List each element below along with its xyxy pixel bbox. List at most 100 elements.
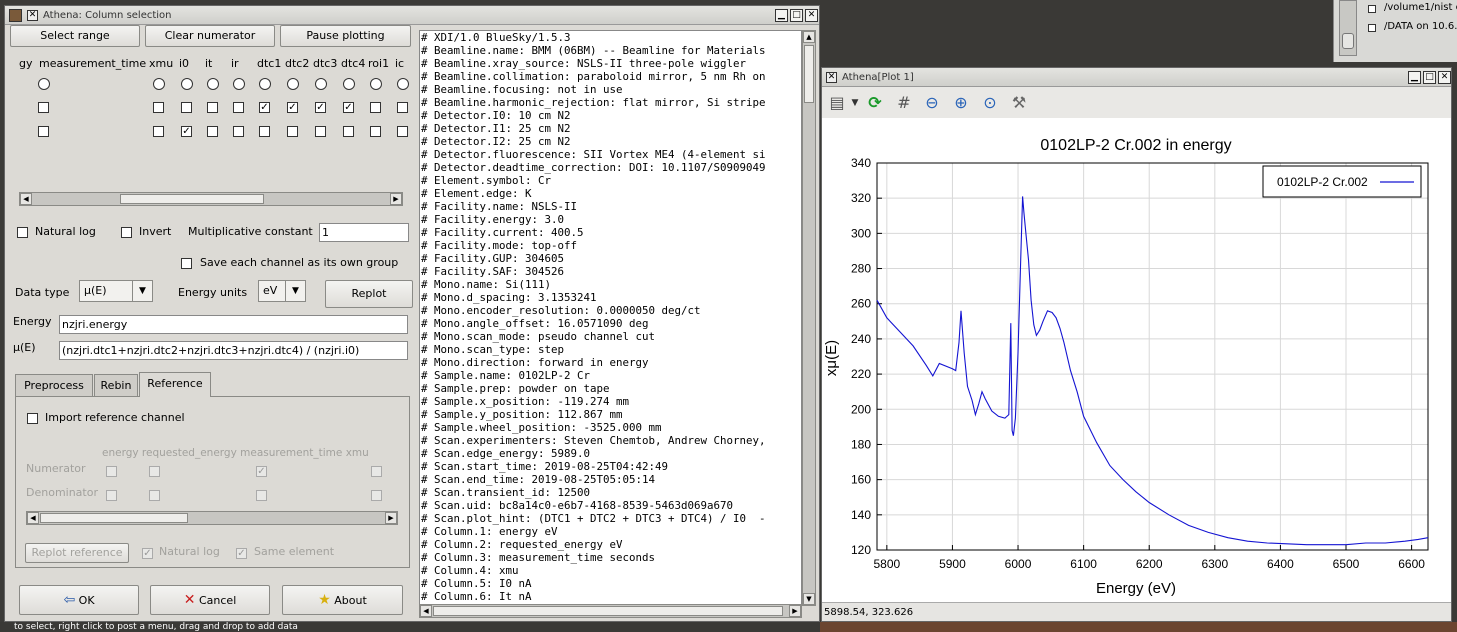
tab-rebin[interactable]: Rebin bbox=[94, 374, 138, 397]
select-range-button[interactable]: Select range bbox=[10, 25, 140, 47]
close-icon[interactable]: ✕ bbox=[1438, 71, 1451, 84]
denominator-checkbox[interactable] bbox=[259, 126, 270, 137]
scroll-right-icon[interactable]: ▶ bbox=[385, 512, 397, 524]
cancel-button[interactable]: ✕ Cancel bbox=[150, 585, 270, 615]
reference-denominator-checkbox[interactable] bbox=[371, 490, 382, 501]
scroll-thumb[interactable] bbox=[40, 513, 188, 523]
plot-area[interactable]: 0102LP-2 Cr.002 in energy Energy (eV) xμ… bbox=[822, 118, 1451, 602]
energy-radio[interactable] bbox=[287, 78, 299, 90]
denominator-checkbox[interactable] bbox=[315, 126, 326, 137]
numerator-checkbox[interactable]: ✓ bbox=[343, 102, 354, 113]
background-scrollbar[interactable] bbox=[1339, 0, 1357, 56]
denominator-checkbox[interactable]: ✓ bbox=[181, 126, 192, 137]
refresh-icon[interactable]: ⟳ bbox=[864, 92, 886, 114]
reference-numerator-checkbox[interactable] bbox=[149, 466, 160, 477]
header-vertical-scrollbar[interactable]: ▲ ▼ bbox=[802, 30, 816, 606]
scroll-right-icon[interactable]: ▶ bbox=[390, 193, 402, 205]
numerator-checkbox[interactable] bbox=[38, 102, 49, 113]
replot-button[interactable]: Replot bbox=[325, 280, 413, 308]
denominator-checkbox[interactable] bbox=[370, 126, 381, 137]
energy-radio[interactable] bbox=[259, 78, 271, 90]
denominator-checkbox[interactable] bbox=[287, 126, 298, 137]
denominator-checkbox[interactable] bbox=[153, 126, 164, 137]
natural-log-checkbox[interactable] bbox=[17, 227, 28, 238]
zoom-in-icon[interactable]: ⊕ bbox=[950, 92, 972, 114]
reference-denominator-checkbox[interactable] bbox=[256, 490, 267, 501]
numerator-checkbox[interactable]: ✓ bbox=[259, 102, 270, 113]
energy-radio[interactable] bbox=[343, 78, 355, 90]
scroll-left-icon[interactable]: ◀ bbox=[420, 605, 432, 617]
scroll-thumb[interactable] bbox=[433, 606, 783, 616]
numerator-checkbox[interactable]: ✓ bbox=[315, 102, 326, 113]
background-file-row[interactable]: /volume1/nist co bbox=[1384, 2, 1457, 13]
xmu-chart[interactable]: 0102LP-2 Cr.002 in energy Energy (eV) xμ… bbox=[822, 118, 1451, 602]
denominator-checkbox[interactable] bbox=[207, 126, 218, 137]
tab-reference[interactable]: Reference bbox=[139, 372, 211, 397]
numerator-checkbox[interactable]: ✓ bbox=[287, 102, 298, 113]
denominator-checkbox[interactable] bbox=[38, 126, 49, 137]
replot-reference-button[interactable]: Replot reference bbox=[25, 543, 129, 563]
scroll-left-icon[interactable]: ◀ bbox=[27, 512, 39, 524]
plot-window-titlebar[interactable]: ✕ Athena[Plot 1] ▁ □ ✕ bbox=[822, 68, 1451, 87]
window-menu-icon[interactable]: ✕ bbox=[826, 72, 837, 83]
columns-horizontal-scrollbar[interactable]: ◀ ▶ bbox=[19, 192, 403, 206]
denominator-checkbox[interactable] bbox=[233, 126, 244, 137]
denominator-checkbox[interactable] bbox=[343, 126, 354, 137]
reference-denominator-checkbox[interactable] bbox=[149, 490, 160, 501]
energy-radio[interactable] bbox=[397, 78, 409, 90]
numerator-checkbox[interactable] bbox=[370, 102, 381, 113]
data-type-select[interactable]: μ(E) ▼ bbox=[79, 280, 153, 302]
import-reference-checkbox[interactable] bbox=[27, 413, 38, 424]
energy-radio[interactable] bbox=[370, 78, 382, 90]
numerator-checkbox[interactable] bbox=[397, 102, 408, 113]
window-menu-icon[interactable]: ✕ bbox=[27, 10, 38, 21]
reference-horizontal-scrollbar[interactable]: ◀ ▶ bbox=[26, 511, 398, 525]
reference-numerator-checkbox[interactable] bbox=[106, 466, 117, 477]
reference-natural-log-checkbox[interactable]: ✓ bbox=[142, 548, 153, 559]
numerator-checkbox[interactable] bbox=[181, 102, 192, 113]
scroll-right-icon[interactable]: ▶ bbox=[789, 605, 801, 617]
reference-denominator-checkbox[interactable] bbox=[106, 490, 117, 501]
tab-preprocess[interactable]: Preprocess bbox=[15, 374, 93, 397]
pause-plotting-button[interactable]: Pause plotting bbox=[280, 25, 411, 47]
same-element-checkbox[interactable]: ✓ bbox=[236, 548, 247, 559]
energy-units-select[interactable]: eV ▼ bbox=[258, 280, 306, 302]
denominator-checkbox[interactable] bbox=[397, 126, 408, 137]
maximize-icon[interactable]: □ bbox=[1423, 71, 1436, 84]
scroll-thumb[interactable] bbox=[120, 194, 264, 204]
numerator-checkbox[interactable] bbox=[153, 102, 164, 113]
energy-radio[interactable] bbox=[315, 78, 327, 90]
energy-radio[interactable] bbox=[181, 78, 193, 90]
column-window-titlebar[interactable]: ✕ Athena: Column selection ▁ □ ✕ bbox=[5, 6, 819, 25]
reference-numerator-checkbox[interactable] bbox=[371, 466, 382, 477]
scroll-left-icon[interactable]: ◀ bbox=[20, 193, 32, 205]
multiplicative-constant-input[interactable]: 1 bbox=[319, 223, 409, 242]
numerator-checkbox[interactable] bbox=[233, 102, 244, 113]
grid-icon[interactable]: # bbox=[893, 92, 915, 114]
minimize-icon[interactable]: ▁ bbox=[1408, 71, 1421, 84]
clear-numerator-button[interactable]: Clear numerator bbox=[145, 25, 275, 47]
file-header-text[interactable]: # XDI/1.0 BlueSky/1.5.3 # Beamline.name: … bbox=[419, 30, 802, 606]
energy-radio[interactable] bbox=[207, 78, 219, 90]
energy-radio[interactable] bbox=[38, 78, 50, 90]
zoom-fit-icon[interactable]: ⊙ bbox=[979, 92, 1001, 114]
energy-radio[interactable] bbox=[153, 78, 165, 90]
scroll-up-icon[interactable]: ▲ bbox=[803, 31, 815, 43]
settings-wrench-icon[interactable]: ⚒ bbox=[1008, 92, 1030, 114]
reference-numerator-checkbox[interactable]: ✓ bbox=[256, 466, 267, 477]
maximize-icon[interactable]: □ bbox=[790, 9, 803, 22]
numerator-checkbox[interactable] bbox=[207, 102, 218, 113]
header-horizontal-scrollbar[interactable]: ◀ ▶ bbox=[419, 604, 802, 618]
export-dropdown-icon[interactable]: ▼ bbox=[844, 92, 866, 114]
scroll-thumb[interactable] bbox=[804, 45, 814, 103]
close-icon[interactable]: ✕ bbox=[805, 9, 818, 22]
energy-radio[interactable] bbox=[233, 78, 245, 90]
scroll-down-icon[interactable]: ▼ bbox=[803, 593, 815, 605]
ok-button[interactable]: ⇦ OK bbox=[19, 585, 139, 615]
about-button[interactable]: ★ About bbox=[282, 585, 403, 615]
invert-checkbox[interactable] bbox=[121, 227, 132, 238]
zoom-out-icon[interactable]: ⊖ bbox=[921, 92, 943, 114]
mu-expression-input[interactable]: (nzjri.dtc1+nzjri.dtc2+nzjri.dtc3+nzjri.… bbox=[59, 341, 408, 360]
save-channel-checkbox[interactable] bbox=[181, 258, 192, 269]
background-file-row[interactable]: /DATA on 10.6.1 bbox=[1384, 21, 1457, 32]
